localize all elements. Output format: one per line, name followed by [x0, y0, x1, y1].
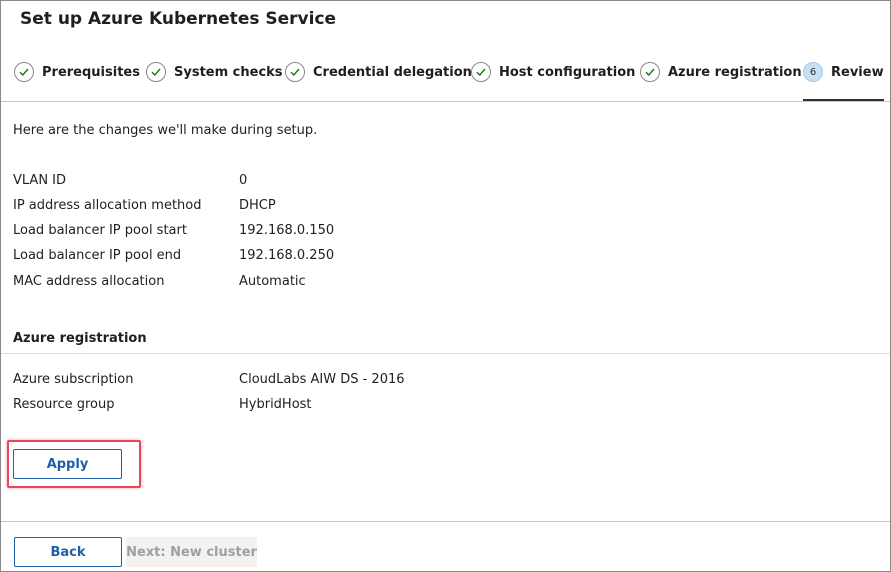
row-key: Load balancer IP pool start	[13, 223, 187, 238]
apply-button[interactable]: Apply	[13, 449, 122, 479]
step-prerequisites[interactable]: Prerequisites	[14, 61, 140, 101]
step-number-badge: 6	[803, 62, 823, 82]
page-title: Set up Azure Kubernetes Service	[20, 9, 337, 29]
row-value: 192.168.0.150	[239, 223, 335, 238]
setup-wizard-window: Set up Azure Kubernetes Service Prerequi…	[0, 0, 891, 572]
step-label: Prerequisites	[42, 65, 140, 80]
step-credential-delegation[interactable]: Credential delegation	[285, 61, 472, 101]
divider	[1, 521, 890, 522]
step-label: Credential delegation	[313, 65, 472, 80]
checkmark-icon	[640, 62, 660, 82]
checkmark-icon	[146, 62, 166, 82]
divider	[1, 353, 890, 354]
step-host-configuration[interactable]: Host configuration	[471, 61, 635, 101]
back-button[interactable]: Back	[14, 537, 122, 567]
row-key: Internet-connected virtual switch	[13, 147, 229, 162]
row-key: Azure subscription	[13, 372, 134, 387]
step-label: System checks	[174, 65, 283, 80]
intro-text: Here are the changes we'll make during s…	[13, 123, 318, 138]
row-key: VLAN ID	[13, 173, 67, 188]
checkmark-icon	[471, 62, 491, 82]
row-value: DHCP	[239, 198, 276, 213]
row-key: MAC address allocation	[13, 274, 165, 289]
row-value: HybridHost	[239, 397, 312, 412]
checkmark-icon	[14, 62, 34, 82]
row-key: IP address allocation method	[13, 198, 202, 213]
step-system-checks[interactable]: System checks	[146, 61, 283, 101]
row-value: CloudLabs AIW DS - 2016	[239, 372, 405, 387]
row-value: 192.168.0.250	[239, 248, 335, 263]
step-azure-registration[interactable]: Azure registration	[640, 61, 802, 101]
row-key: Load balancer IP pool end	[13, 248, 182, 263]
checkmark-icon	[285, 62, 305, 82]
step-review[interactable]: 6 Review	[803, 61, 884, 101]
row-key: Resource group	[13, 397, 115, 412]
row-value: Automatic	[239, 274, 306, 289]
row-value: 0	[239, 173, 248, 188]
step-label: Host configuration	[499, 65, 636, 80]
wizard-steps: Prerequisites System checks Credential d…	[1, 59, 890, 102]
next-button: Next: New cluster	[126, 537, 257, 567]
step-label: Azure registration	[668, 65, 802, 80]
section-title: Azure registration	[13, 331, 147, 346]
step-label: Review	[831, 65, 884, 80]
row-value: InternalNAT	[239, 147, 315, 162]
